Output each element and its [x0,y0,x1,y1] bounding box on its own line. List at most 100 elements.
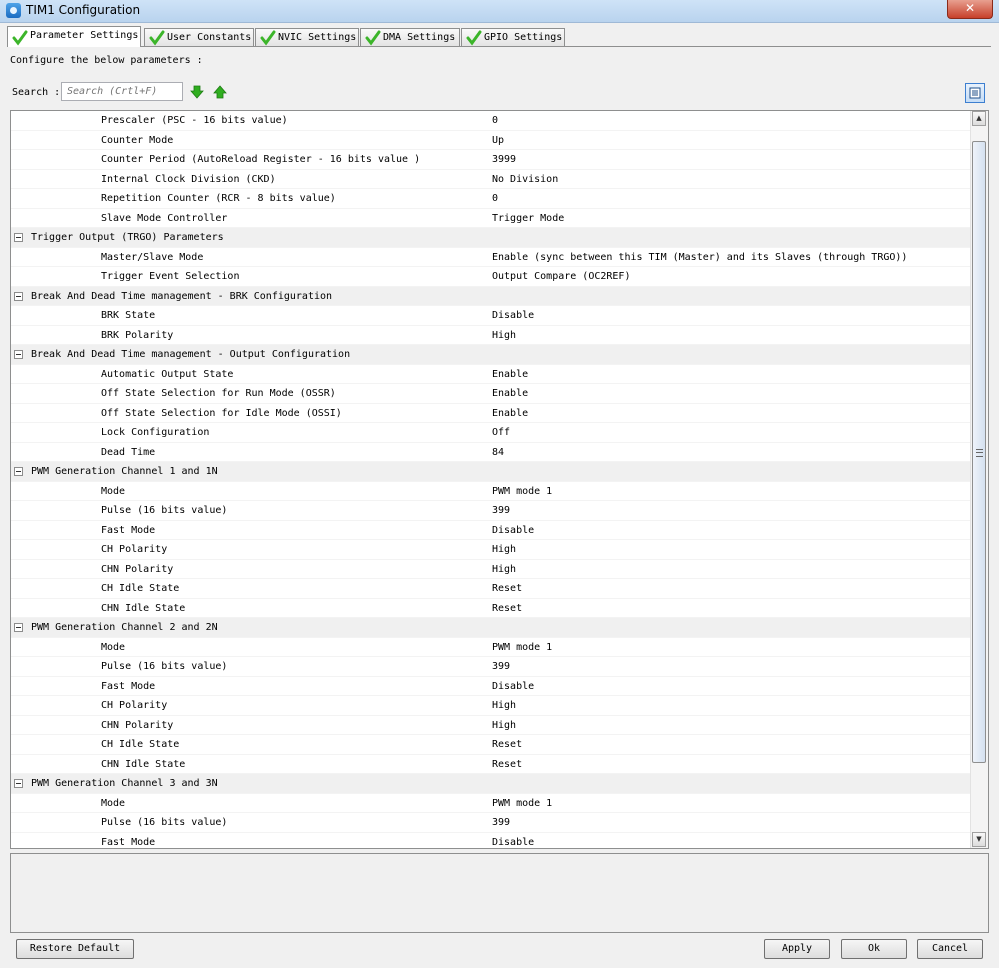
parameter-value[interactable]: Enable [492,384,528,404]
search-input[interactable] [61,82,183,101]
parameter-value[interactable]: Reset [492,735,522,755]
tab-user-constants[interactable]: User Constants [144,28,254,46]
parameter-row[interactable]: Automatic Output State Enable [11,365,971,385]
parameter-value[interactable]: Reset [492,599,522,619]
parameter-row[interactable]: Mode PWM mode 1 [11,482,971,502]
parameter-value[interactable]: 399 [492,657,510,677]
parameter-row[interactable]: Off State Selection for Idle Mode (OSSI)… [11,404,971,424]
close-button[interactable]: ✕ [947,0,993,19]
parameter-value[interactable]: 399 [492,501,510,521]
parameter-row[interactable]: Pulse (16 bits value) 399 [11,501,971,521]
parameter-row[interactable]: Pulse (16 bits value) 399 [11,657,971,677]
group-header-row[interactable]: Break And Dead Time management - BRK Con… [11,286,971,306]
parameter-value[interactable]: High [492,326,516,346]
search-next-down-arrow-icon[interactable] [190,85,204,99]
parameter-value[interactable]: High [492,560,516,580]
collapse-toggle-icon[interactable] [14,291,23,301]
parameter-value[interactable]: PWM mode 1 [492,794,552,814]
parameter-row[interactable]: Repetition Counter (RCR - 8 bits value) 0 [11,189,971,209]
parameter-value[interactable]: Off [492,423,510,443]
parameter-name: Master/Slave Mode [101,251,204,263]
collapse-toggle-icon[interactable] [14,467,23,476]
parameter-name: CHN Idle State [101,758,186,770]
parameter-row[interactable]: CHN Idle State Reset [11,599,971,619]
parameter-value[interactable]: PWM mode 1 [492,638,552,658]
parameter-value[interactable]: 3999 [492,150,516,170]
ok-button[interactable]: Ok [841,939,907,959]
parameter-value[interactable]: Output Compare (OC2REF) [492,267,630,287]
parameter-row[interactable]: Fast Mode Disable [11,521,971,541]
tab-nvic-settings[interactable]: NVIC Settings [255,28,359,46]
grip-icon [976,449,983,457]
parameter-value[interactable]: 0 [492,189,498,209]
group-header-row[interactable]: PWM Generation Channel 2 and 2N [11,618,971,638]
parameter-value[interactable]: High [492,540,516,560]
group-header-row[interactable]: Break And Dead Time management - Output … [11,345,971,365]
scroll-thumb[interactable] [972,141,986,763]
parameter-value[interactable]: Trigger Mode [492,209,564,229]
parameter-value[interactable]: High [492,696,516,716]
tab-gpio-settings[interactable]: GPIO Settings [461,28,565,46]
parameter-name: Mode [101,485,126,497]
show-description-toggle-button[interactable] [965,83,985,103]
parameter-row[interactable]: Internal Clock Division (CKD) No Division [11,170,971,190]
parameter-value[interactable]: Enable (sync between this TIM (Master) a… [492,248,907,268]
apply-button[interactable]: Apply [764,939,830,959]
parameter-row[interactable]: Trigger Event Selection Output Compare (O… [11,267,971,287]
parameter-value[interactable]: Disable [492,833,534,849]
collapse-toggle-icon[interactable] [14,350,23,359]
parameter-row[interactable]: Lock Configuration Off [11,423,971,443]
scroll-up-button[interactable]: ▲ [972,111,986,126]
group-header-row[interactable]: PWM Generation Channel 3 and 3N [11,774,971,794]
restore-default-button[interactable]: Restore Default [16,939,134,959]
parameter-value[interactable]: High [492,716,516,736]
vertical-scrollbar[interactable]: ▲ ▼ [970,111,988,848]
tab-dma-settings[interactable]: DMA Settings [360,28,460,46]
cancel-button[interactable]: Cancel [917,939,983,959]
parameter-row[interactable]: Fast Mode Disable [11,833,971,849]
parameter-value[interactable]: Enable [492,365,528,385]
search-prev-up-arrow-icon[interactable] [213,85,227,99]
parameter-row[interactable]: Fast Mode Disable [11,677,971,697]
parameter-row[interactable]: Prescaler (PSC - 16 bits value) 0 [11,111,971,131]
parameter-value[interactable]: PWM mode 1 [492,482,552,502]
parameter-value[interactable]: Disable [492,306,534,326]
scroll-down-button[interactable]: ▼ [972,832,986,847]
parameter-value[interactable]: Disable [492,521,534,541]
parameter-row[interactable]: CHN Idle State Reset [11,755,971,775]
parameter-name: CH Idle State [101,739,180,750]
collapse-toggle-icon[interactable] [14,779,23,788]
parameter-value[interactable]: 84 [492,443,504,463]
parameter-row[interactable]: Slave Mode Controller Trigger Mode [11,209,971,229]
parameter-value[interactable]: 399 [492,813,510,833]
parameter-value[interactable]: 0 [492,111,498,131]
parameter-row[interactable]: CHN Polarity High [11,716,971,736]
check-icon [466,30,482,46]
group-header-row[interactable]: Trigger Output (TRGO) Parameters [11,228,971,248]
parameter-row[interactable]: Off State Selection for Run Mode (OSSR) E… [11,384,971,404]
parameter-row[interactable]: Dead Time 84 [11,443,971,463]
parameter-value[interactable]: Reset [492,579,522,599]
parameter-row[interactable]: Master/Slave Mode Enable (sync between th… [11,248,971,268]
parameter-row[interactable]: CHN Polarity High [11,560,971,580]
parameter-row[interactable]: Counter Period (AutoReload Register - 16… [11,150,971,170]
collapse-toggle-icon[interactable] [14,233,23,242]
parameter-value[interactable]: Up [492,131,504,151]
parameter-value[interactable]: No Division [492,170,558,190]
parameter-row[interactable]: CH Idle State Reset [11,579,971,599]
parameter-row[interactable]: CH Polarity High [11,540,971,560]
parameter-row[interactable]: Counter Mode Up [11,131,971,151]
parameter-row[interactable]: CH Polarity High [11,696,971,716]
group-header-row[interactable]: PWM Generation Channel 1 and 1N [11,462,971,482]
parameter-row[interactable]: Mode PWM mode 1 [11,794,971,814]
collapse-toggle-icon[interactable] [14,623,23,632]
parameter-row[interactable]: BRK State Disable [11,306,971,326]
parameter-row[interactable]: Mode PWM mode 1 [11,638,971,658]
parameter-value[interactable]: Reset [492,755,522,775]
parameter-value[interactable]: Disable [492,677,534,697]
parameter-row[interactable]: CH Idle State Reset [11,735,971,755]
parameter-row[interactable]: BRK Polarity High [11,326,971,346]
parameter-row[interactable]: Pulse (16 bits value) 399 [11,813,971,833]
tab-parameter-settings[interactable]: Parameter Settings [7,26,141,47]
parameter-value[interactable]: Enable [492,404,528,424]
